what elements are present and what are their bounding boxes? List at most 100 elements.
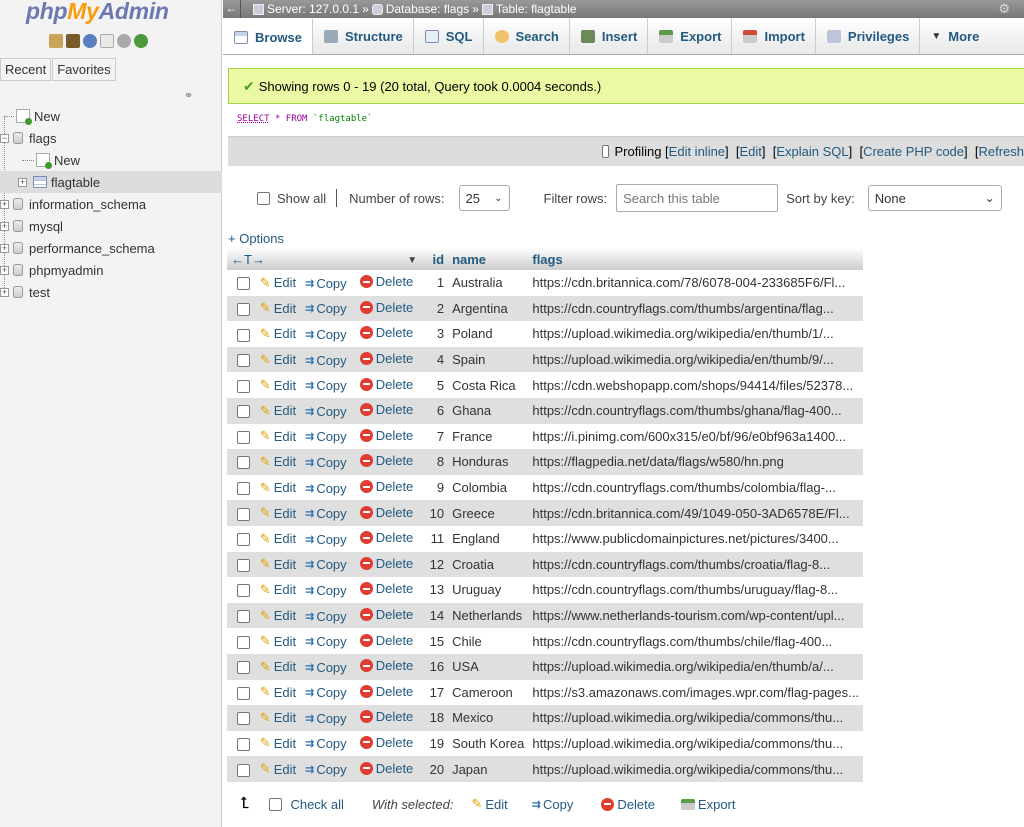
tab-more[interactable]: ▼ More (920, 18, 989, 54)
edit-row-button[interactable]: ✎ Edit (260, 659, 296, 675)
breadcrumb-server[interactable]: Server: 127.0.0.1 (267, 2, 359, 16)
cell-name[interactable]: Spain (448, 346, 529, 373)
cell-flags[interactable]: https://www.netherlands-tourism.com/wp-c… (528, 602, 863, 629)
row-checkbox[interactable] (237, 712, 250, 726)
edit-row-button[interactable]: ✎ Edit (260, 403, 296, 419)
cell-flags[interactable]: https://upload.wikimedia.org/wikipedia/c… (528, 705, 863, 731)
edit-row-button[interactable]: ✎ Edit (260, 275, 296, 291)
filter-rows-input[interactable]: Search this table (616, 184, 779, 212)
delete-row-button[interactable]: Delete (359, 709, 413, 724)
edit-sql-link[interactable]: Edit (740, 144, 762, 159)
row-checkbox[interactable] (237, 328, 250, 342)
tab-privileges[interactable]: Privileges (816, 18, 921, 54)
delete-row-button[interactable]: Delete (359, 761, 413, 776)
edit-row-button[interactable]: ✎ Edit (260, 710, 296, 726)
cell-flags[interactable]: https://cdn.britannica.com/49/1049-050-3… (528, 500, 863, 526)
cell-id[interactable]: 14 (421, 602, 449, 629)
cell-name[interactable]: USA (448, 653, 529, 680)
copy-row-button[interactable]: ⇉ Copy (305, 634, 347, 649)
row-checkbox[interactable] (237, 507, 250, 521)
tree-db-information-schema[interactable]: + information_schema (0, 193, 222, 215)
cell-id[interactable]: 8 (421, 449, 449, 475)
cell-name[interactable]: Argentina (448, 295, 529, 322)
copy-row-button[interactable]: ⇉ Copy (305, 609, 347, 624)
edit-row-button[interactable]: ✎ Edit (260, 428, 296, 444)
cell-name[interactable]: Greece (448, 500, 529, 526)
row-checkbox[interactable] (237, 302, 250, 316)
delete-row-button[interactable]: Delete (359, 684, 413, 699)
cell-flags[interactable]: https://upload.wikimedia.org/wikipedia/e… (528, 321, 863, 347)
expand-icon[interactable]: + (0, 199, 9, 209)
collapse-icon[interactable]: − (0, 133, 9, 143)
sql-select-keyword[interactable]: SELECT (237, 114, 270, 124)
delete-row-button[interactable]: Delete (359, 274, 413, 289)
logout-icon[interactable] (66, 34, 80, 48)
row-checkbox[interactable] (237, 763, 250, 777)
tab-browse[interactable]: Browse (223, 18, 313, 54)
tab-search[interactable]: Search (484, 18, 570, 54)
row-checkbox[interactable] (237, 482, 250, 496)
row-checkbox[interactable] (237, 277, 250, 291)
cell-flags[interactable]: https://s3.amazonaws.com/images.wpr.com/… (528, 679, 863, 706)
cell-flags[interactable]: https://upload.wikimedia.org/wikipedia/e… (528, 346, 863, 373)
copy-row-button[interactable]: ⇉ Copy (305, 685, 347, 700)
cell-name[interactable]: Mexico (448, 705, 529, 731)
cell-id[interactable]: 1 (421, 270, 449, 296)
show-all-checkbox[interactable] (257, 191, 270, 205)
row-checkbox[interactable] (237, 533, 250, 547)
cell-flags[interactable]: https://upload.wikimedia.org/wikipedia/c… (528, 730, 863, 757)
tree-flags-new-table[interactable]: New (0, 149, 222, 171)
cell-id[interactable]: 11 (421, 525, 449, 552)
edit-row-button[interactable]: ✎ Edit (260, 608, 296, 624)
create-php-code-link[interactable]: Create PHP code (863, 144, 964, 159)
delete-row-button[interactable]: Delete (359, 428, 413, 443)
copy-row-button[interactable]: ⇉ Copy (305, 455, 347, 470)
help-icon[interactable] (83, 34, 97, 48)
delete-row-button[interactable]: Delete (359, 325, 413, 340)
copy-row-button[interactable]: ⇉ Copy (305, 378, 347, 393)
row-checkbox[interactable] (237, 379, 250, 393)
cell-name[interactable]: Colombia (448, 474, 529, 501)
copy-row-button[interactable]: ⇉ Copy (305, 506, 347, 521)
tab-structure[interactable]: Structure (313, 18, 414, 54)
explain-sql-link[interactable]: Explain SQL (776, 144, 848, 159)
edit-row-button[interactable]: ✎ Edit (260, 352, 296, 368)
edit-row-button[interactable]: ✎ Edit (260, 300, 296, 316)
number-of-rows-select[interactable]: 25 ⌄ (458, 185, 510, 211)
recent-tab[interactable]: Recent (0, 58, 52, 81)
delete-row-button[interactable]: Delete (359, 402, 413, 417)
bulk-export-button[interactable]: Export (680, 797, 736, 812)
delete-row-button[interactable]: Delete (359, 351, 413, 366)
cell-id[interactable]: 10 (421, 500, 449, 526)
cell-flags[interactable]: https://cdn.countryflags.com/thumbs/ghan… (528, 397, 863, 424)
tree-db-phpmyadmin[interactable]: + phpmyadmin (0, 259, 222, 281)
cell-name[interactable]: South Korea (448, 730, 529, 757)
cell-flags[interactable]: https://cdn.countryflags.com/thumbs/colo… (528, 474, 863, 501)
cell-id[interactable]: 13 (421, 577, 449, 603)
edit-row-button[interactable]: ✎ Edit (260, 684, 296, 700)
cell-flags[interactable]: https://upload.wikimedia.org/wikipedia/e… (528, 653, 863, 680)
tree-db-mysql[interactable]: + mysql (0, 215, 222, 237)
edit-row-button[interactable]: ✎ Edit (260, 761, 296, 777)
tree-new-database[interactable]: New (0, 105, 222, 127)
cell-id[interactable]: 3 (421, 321, 449, 347)
sort-by-key-select[interactable]: None ⌄ (867, 185, 1002, 211)
cell-flags[interactable]: https://www.publicdomainpictures.net/pic… (528, 525, 863, 552)
copy-row-button[interactable]: ⇉ Copy (305, 583, 347, 598)
edit-inline-link[interactable]: Edit inline (669, 144, 725, 159)
edit-row-button[interactable]: ✎ Edit (260, 582, 296, 598)
copy-row-button[interactable]: ⇉ Copy (305, 327, 347, 342)
tree-table-flagtable[interactable]: + flagtable (0, 171, 222, 193)
cell-id[interactable]: 7 (421, 423, 449, 450)
column-arrows-icon[interactable]: ←T→ (231, 252, 265, 267)
cell-flags[interactable]: https://cdn.countryflags.com/thumbs/chil… (528, 628, 863, 654)
cell-id[interactable]: 4 (421, 346, 449, 373)
home-icon[interactable] (49, 34, 63, 48)
delete-row-button[interactable]: Delete (359, 453, 413, 468)
cell-name[interactable]: England (448, 525, 529, 552)
delete-row-button[interactable]: Delete (359, 581, 413, 596)
options-link[interactable]: + Options (228, 231, 284, 246)
cell-id[interactable]: 6 (421, 397, 449, 424)
tab-export[interactable]: Export (648, 18, 733, 54)
profiling-checkbox[interactable] (602, 145, 610, 158)
